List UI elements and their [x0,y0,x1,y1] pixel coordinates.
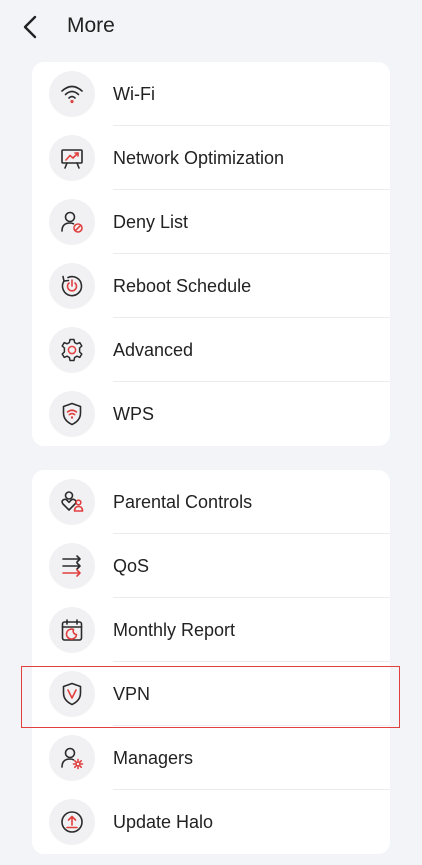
menu-item-parental-controls[interactable]: Parental Controls [32,470,390,534]
page-title: More [67,14,115,37]
qos-icon [49,543,95,589]
menu-item-monthly-report[interactable]: Monthly Report [32,598,390,662]
menu-item-wps[interactable]: WPS [32,382,390,446]
wifi-icon [49,71,95,117]
menu-item-vpn[interactable]: VPN [32,662,390,726]
settings-group-network: Wi-Fi Network Optimization Deny List Reb… [32,62,390,446]
menu-item-label: Reboot Schedule [113,275,252,296]
menu-item-wifi[interactable]: Wi-Fi [32,62,390,126]
parental-controls-icon [49,479,95,525]
advanced-gear-icon [49,327,95,373]
menu-item-update-halo[interactable]: Update Halo [32,790,390,854]
menu-item-label: QoS [113,555,150,576]
menu-item-label: Update Halo [113,811,214,832]
menu-item-label: Network Optimization [113,147,285,168]
settings-group-features: Parental Controls QoS Monthly Report VPN… [32,470,390,854]
chevron-left-icon [23,15,37,39]
deny-list-icon [49,199,95,245]
header-bar: More [0,0,422,52]
menu-item-label: Parental Controls [113,491,253,512]
managers-icon [49,735,95,781]
menu-item-advanced[interactable]: Advanced [32,318,390,382]
update-icon [49,799,95,845]
menu-item-label: Deny List [113,211,189,232]
menu-item-reboot-schedule[interactable]: Reboot Schedule [32,254,390,318]
menu-item-network-optimization[interactable]: Network Optimization [32,126,390,190]
menu-item-managers[interactable]: Managers [32,726,390,790]
menu-item-label: Monthly Report [113,619,236,640]
menu-item-deny-list[interactable]: Deny List [32,190,390,254]
menu-item-label: Wi-Fi [113,83,155,104]
vpn-shield-icon [49,671,95,717]
wps-shield-icon [49,391,95,437]
network-optimization-icon [49,135,95,181]
monthly-report-icon [49,607,95,653]
menu-item-label: VPN [113,683,151,704]
menu-item-label: Advanced [113,339,194,360]
menu-item-qos[interactable]: QoS [32,534,390,598]
menu-item-label: WPS [113,403,155,424]
reboot-schedule-icon [49,263,95,309]
back-button[interactable] [14,10,48,44]
menu-item-label: Managers [113,747,194,768]
